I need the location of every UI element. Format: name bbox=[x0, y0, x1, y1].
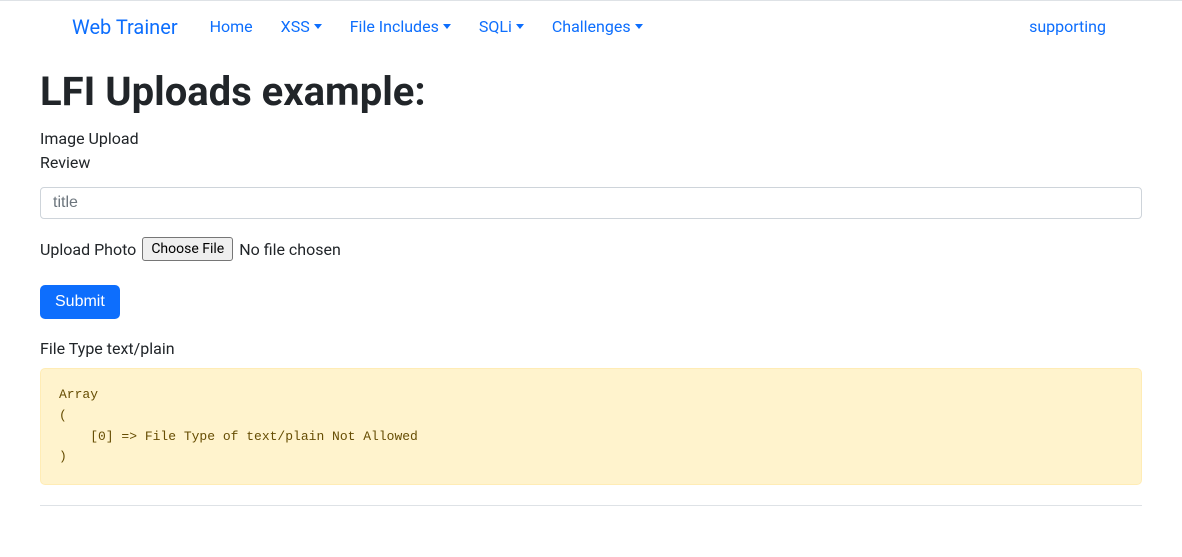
nav-file-includes[interactable]: File Includes bbox=[338, 9, 463, 44]
divider bbox=[40, 505, 1142, 506]
chevron-down-icon bbox=[635, 24, 643, 29]
nav-sqli[interactable]: SQLi bbox=[467, 9, 536, 44]
nav-home[interactable]: Home bbox=[198, 9, 265, 44]
nav-xss-label: XSS bbox=[281, 17, 310, 36]
main-container: LFI Uploads example: Image Upload Review… bbox=[0, 68, 1182, 506]
nav-challenges[interactable]: Challenges bbox=[540, 9, 655, 44]
upload-row: Upload Photo Choose File No file chosen bbox=[40, 237, 1142, 261]
nav-home-label: Home bbox=[210, 17, 253, 36]
file-type-line: File Type text/plain bbox=[40, 339, 1142, 358]
navbar-left: Web Trainer Home XSS File Includes SQLi … bbox=[16, 9, 655, 44]
nav-file-includes-label: File Includes bbox=[350, 17, 439, 36]
nav-sqli-label: SQLi bbox=[479, 17, 512, 36]
label-review: Review bbox=[40, 151, 1142, 175]
nav-xss[interactable]: XSS bbox=[269, 9, 334, 44]
chevron-down-icon bbox=[443, 24, 451, 29]
label-image-upload: Image Upload bbox=[40, 127, 1142, 151]
title-input[interactable] bbox=[40, 187, 1142, 219]
error-output: Array ( [0] => File Type of text/plain N… bbox=[40, 368, 1142, 485]
brand-link[interactable]: Web Trainer bbox=[64, 11, 186, 43]
file-status-text: No file chosen bbox=[239, 240, 341, 259]
page-title: LFI Uploads example: bbox=[40, 68, 1142, 115]
upload-photo-label: Upload Photo bbox=[40, 240, 136, 259]
chevron-down-icon bbox=[314, 24, 322, 29]
navbar: Web Trainer Home XSS File Includes SQLi … bbox=[0, 1, 1182, 52]
choose-file-button[interactable]: Choose File bbox=[142, 237, 233, 261]
nav-challenges-label: Challenges bbox=[552, 17, 631, 36]
nav-supporting[interactable]: supporting bbox=[1017, 9, 1118, 44]
chevron-down-icon bbox=[516, 24, 524, 29]
submit-button[interactable]: Submit bbox=[40, 285, 120, 319]
